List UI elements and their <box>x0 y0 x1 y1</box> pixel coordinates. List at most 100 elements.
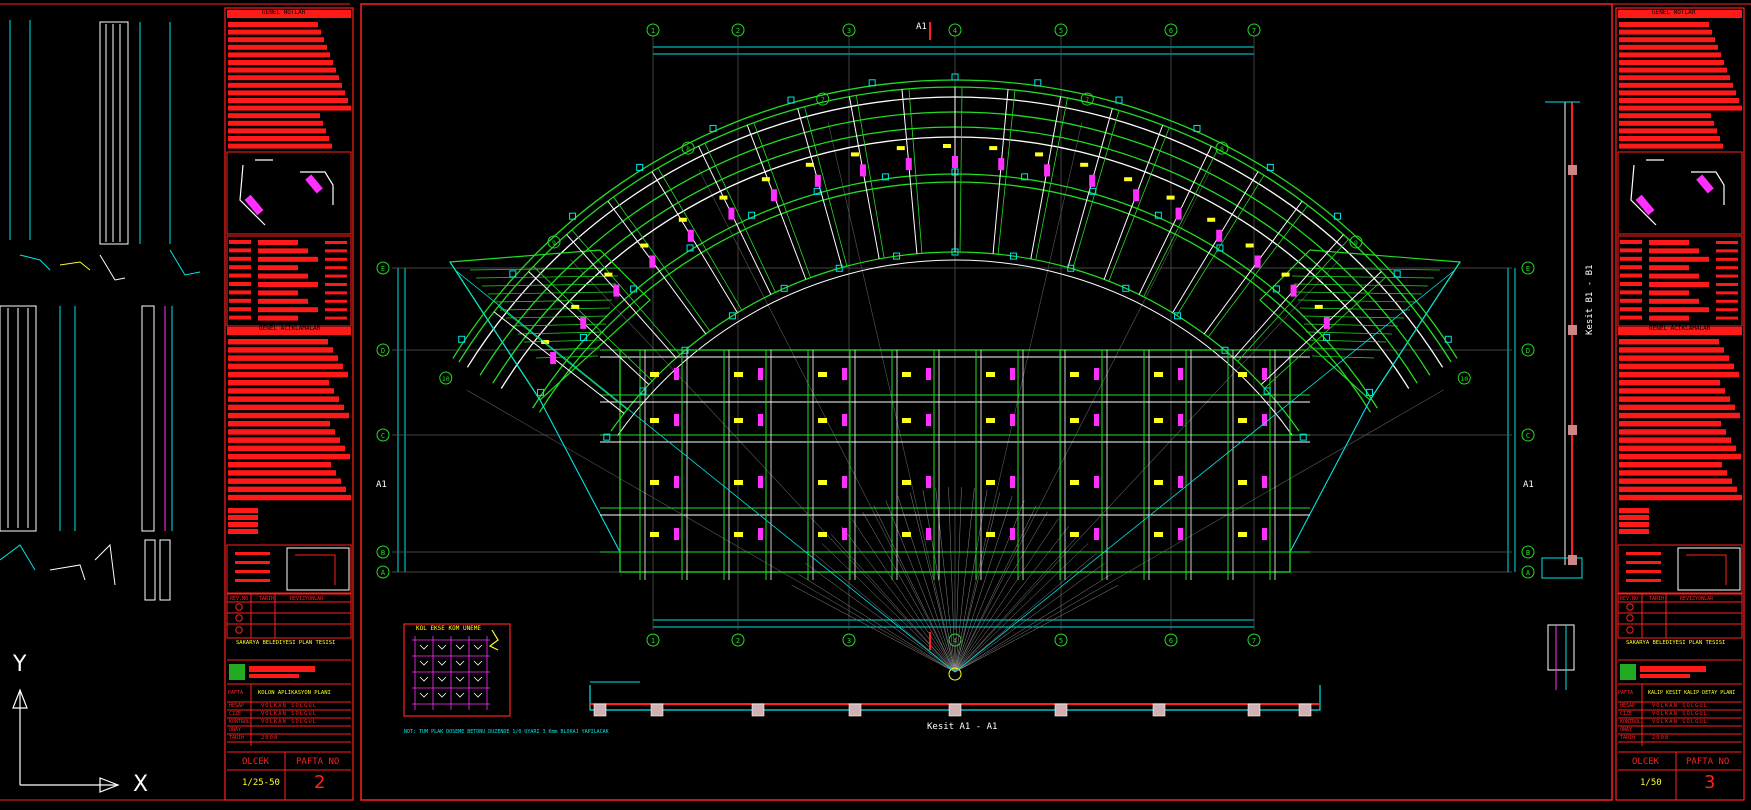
radial-joist-2 <box>1143 149 1219 297</box>
radial-joist <box>698 145 772 295</box>
explanation-line <box>1619 478 1732 484</box>
hook-sketch <box>239 159 273 226</box>
people-role: ONAY <box>229 727 242 733</box>
fan-line <box>954 495 1013 673</box>
explanation-line <box>228 470 336 476</box>
rebar-tag <box>1323 316 1330 329</box>
side-marker-right: A1 <box>1523 480 1534 490</box>
row-label-left: B <box>381 549 385 557</box>
flank-hatch-left <box>535 355 599 359</box>
grid-label-bottom: 7 <box>1252 637 1256 645</box>
grid-label-bottom: 5 <box>1059 637 1063 645</box>
side-marker-left: A1 <box>376 480 387 490</box>
note-line <box>1619 67 1727 73</box>
flank-hatch-left <box>493 299 613 303</box>
material-val <box>258 256 318 262</box>
note-line <box>1619 98 1739 103</box>
left-pafta-no-value: 2 <box>314 772 326 793</box>
row-label-left: A <box>381 569 386 577</box>
explanation-line <box>228 478 341 484</box>
explanation-line <box>1619 371 1739 378</box>
body-rebar-tag <box>674 414 679 426</box>
column-tag <box>1124 177 1133 182</box>
explanation-line <box>1619 429 1726 435</box>
material-val2 <box>325 249 347 253</box>
people-role: KONTROL <box>229 719 251 725</box>
left-rev-no: REV.NO <box>230 596 249 602</box>
explanation-line <box>1619 355 1729 361</box>
section-b-detail <box>1547 624 1575 671</box>
note-line <box>228 105 351 111</box>
body-rebar-tag <box>1262 528 1267 540</box>
note-line <box>1619 44 1718 50</box>
note-line <box>1619 136 1720 141</box>
column-tag <box>1035 152 1044 157</box>
material-key <box>229 265 251 270</box>
explanation-short <box>228 529 258 534</box>
material-val2 <box>1716 249 1738 253</box>
right-pafta-label: PAFTA <box>1618 690 1634 696</box>
grid-label-bottom: 4 <box>953 637 957 645</box>
flank-hatch-right <box>1305 331 1393 335</box>
explanation-short <box>1619 508 1649 513</box>
right-pafta-no-value: 3 <box>1704 772 1716 793</box>
column-tag <box>1166 195 1175 200</box>
explanation-short <box>1619 522 1649 527</box>
column-tag <box>1080 162 1089 167</box>
stamp-text <box>235 561 270 564</box>
radial-joist <box>607 200 707 335</box>
logo-text <box>249 666 315 672</box>
body-column-tag <box>902 418 911 423</box>
explanation-line <box>228 388 334 394</box>
material-key <box>1620 282 1642 286</box>
body-column-tag <box>818 480 827 485</box>
fan-line <box>954 573 1113 673</box>
material-key <box>1620 240 1642 244</box>
radial-axis-line <box>466 389 956 673</box>
rebar-tag <box>859 164 866 177</box>
detail-hook <box>437 644 447 650</box>
right-rev-no: REV.NO <box>1620 596 1639 602</box>
row-label-left: E <box>381 265 385 273</box>
radial-joist-2 <box>804 106 848 267</box>
material-key <box>1620 265 1642 270</box>
section-a-footing <box>751 703 765 717</box>
right-pafta-no-label: PAFTA NO <box>1686 757 1730 767</box>
column-tag <box>989 146 998 151</box>
cad-drawing-canvas[interactable]: 11223344556677E ED DC CB BA A10987 78910 <box>0 0 1751 810</box>
fan-line <box>954 584 1119 673</box>
row-label-right: B <box>1526 549 1530 557</box>
stamp-text <box>235 579 270 582</box>
section-a1-top-marker: A1 <box>916 22 927 32</box>
stamp-text <box>1626 561 1661 564</box>
note-line <box>1619 37 1715 43</box>
material-val <box>1649 256 1709 262</box>
rebar-tag <box>1216 229 1223 242</box>
grid-label-top: 1 <box>651 27 655 35</box>
material-val <box>258 315 298 321</box>
explanation-line <box>228 355 338 361</box>
detail-hook <box>455 676 465 682</box>
grid-label-top: 2 <box>736 27 740 35</box>
flank-edge-left-2 <box>539 399 621 553</box>
stamp-detail <box>1677 547 1741 591</box>
explanation-line <box>1619 339 1719 345</box>
ucs-y-label: Y <box>13 652 27 677</box>
left-project-title: SAKARYA BELEDIYESI PLAN TESISI <box>236 640 336 646</box>
rebar-mark <box>305 174 323 194</box>
explanation-line <box>1619 396 1730 402</box>
body-rebar-tag <box>842 528 847 540</box>
material-val <box>1649 315 1689 321</box>
detail-hook <box>473 644 483 650</box>
radial-joist-2 <box>657 167 743 311</box>
fan-line <box>954 563 1105 673</box>
note-line <box>1619 143 1723 149</box>
people-role: ONAY <box>1620 727 1633 733</box>
people-role: CIZE <box>229 711 242 717</box>
material-key <box>229 290 251 295</box>
people-role: TARIH <box>229 735 245 741</box>
left-genel-aciklamalar: GENEL ACIKLAMALAR <box>259 325 321 332</box>
explanation-short <box>228 522 258 527</box>
body-rebar-tag <box>1010 368 1015 380</box>
column-tag <box>640 243 649 248</box>
